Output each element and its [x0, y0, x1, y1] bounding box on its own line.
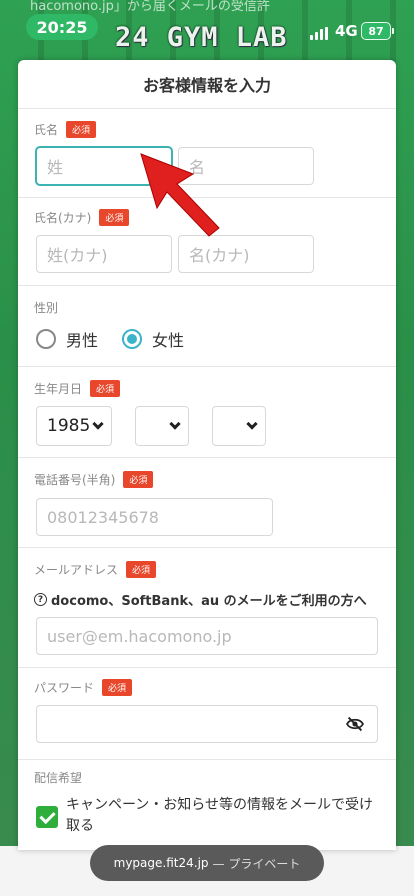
birth-year-select[interactable]: 1985	[36, 406, 112, 446]
first-name-kana-input[interactable]: 名(カナ)	[178, 235, 314, 273]
gender-section: 性別 男性 女性	[18, 285, 396, 367]
modal-title: お客様情報を入力	[18, 60, 396, 109]
phone-section: 電話番号(半角) 必須 08012345678	[18, 457, 396, 548]
battery-icon: 87	[361, 22, 394, 40]
required-badge: 必須	[123, 471, 154, 488]
newsletter-checkbox[interactable]	[36, 806, 58, 828]
newsletter-label: 配信希望	[34, 771, 83, 785]
phone-input[interactable]: 08012345678	[36, 498, 273, 536]
private-mode-label: — プライベート	[212, 856, 301, 871]
gender-male-radio[interactable]: 男性	[36, 327, 98, 351]
chevron-down-icon	[246, 418, 258, 430]
eye-off-icon[interactable]	[345, 716, 365, 732]
question-circle-icon: ?	[34, 593, 47, 606]
name-label: 氏名	[34, 123, 59, 137]
password-section: パスワード 必須	[18, 667, 396, 760]
battery-level: 87	[368, 24, 384, 38]
birthday-section: 生年月日 必須 1985	[18, 366, 396, 458]
radio-checked-icon	[122, 329, 142, 349]
birth-day-select[interactable]	[212, 406, 266, 446]
email-input[interactable]: user@em.hacomono.jp	[36, 617, 378, 655]
required-badge: 必須	[66, 121, 97, 138]
required-badge: 必須	[102, 679, 133, 696]
browser-url: mypage.fit24.jp	[113, 856, 209, 870]
password-label: パスワード	[34, 681, 95, 695]
required-badge: 必須	[126, 561, 157, 578]
email-section: メールアドレス 必須 ? docomo、SoftBank、au のメールをご利用…	[18, 547, 396, 668]
last-name-kana-input[interactable]: 姓(カナ)	[36, 235, 172, 273]
signal-icon	[310, 27, 328, 40]
network-type: 4G	[335, 22, 358, 40]
carrier-email-notice-text: docomo、SoftBank、au のメールをご利用の方へ	[51, 594, 367, 609]
carrier-email-notice[interactable]: ? docomo、SoftBank、au のメールをご利用の方へ	[34, 590, 367, 609]
required-badge: 必須	[99, 209, 130, 226]
chevron-down-icon	[92, 418, 104, 430]
password-input[interactable]	[36, 705, 378, 743]
status-time: 20:25	[26, 14, 98, 40]
newsletter-checkbox-label[interactable]: キャンペーン・お知らせ等の情報をメールで受け取る	[66, 795, 378, 837]
newsletter-section: 配信希望 キャンペーン・お知らせ等の情報をメールで受け取る	[18, 759, 396, 850]
browser-url-bar[interactable]: mypage.fit24.jp — プライベート	[90, 845, 324, 881]
birth-month-select[interactable]	[135, 406, 189, 446]
birth-year-value: 1985	[47, 416, 91, 436]
gym-logo: 24 GYM LAB	[115, 22, 288, 53]
status-bar: 20:25 24 GYM LAB 4G 87	[0, 0, 414, 62]
name-kana-label: 氏名(カナ)	[34, 211, 92, 225]
radio-unchecked-icon	[36, 329, 56, 349]
birthday-label: 生年月日	[34, 382, 83, 396]
required-badge: 必須	[90, 380, 121, 397]
email-label: メールアドレス	[34, 563, 119, 577]
chevron-down-icon	[169, 418, 181, 430]
gender-female-radio[interactable]: 女性	[122, 327, 184, 351]
gender-male-label: 男性	[66, 331, 99, 350]
phone-label: 電話番号(半角)	[34, 473, 116, 487]
red-pointer-arrow-icon	[140, 153, 220, 237]
gender-female-label: 女性	[152, 331, 185, 350]
gender-label: 性別	[34, 301, 59, 315]
